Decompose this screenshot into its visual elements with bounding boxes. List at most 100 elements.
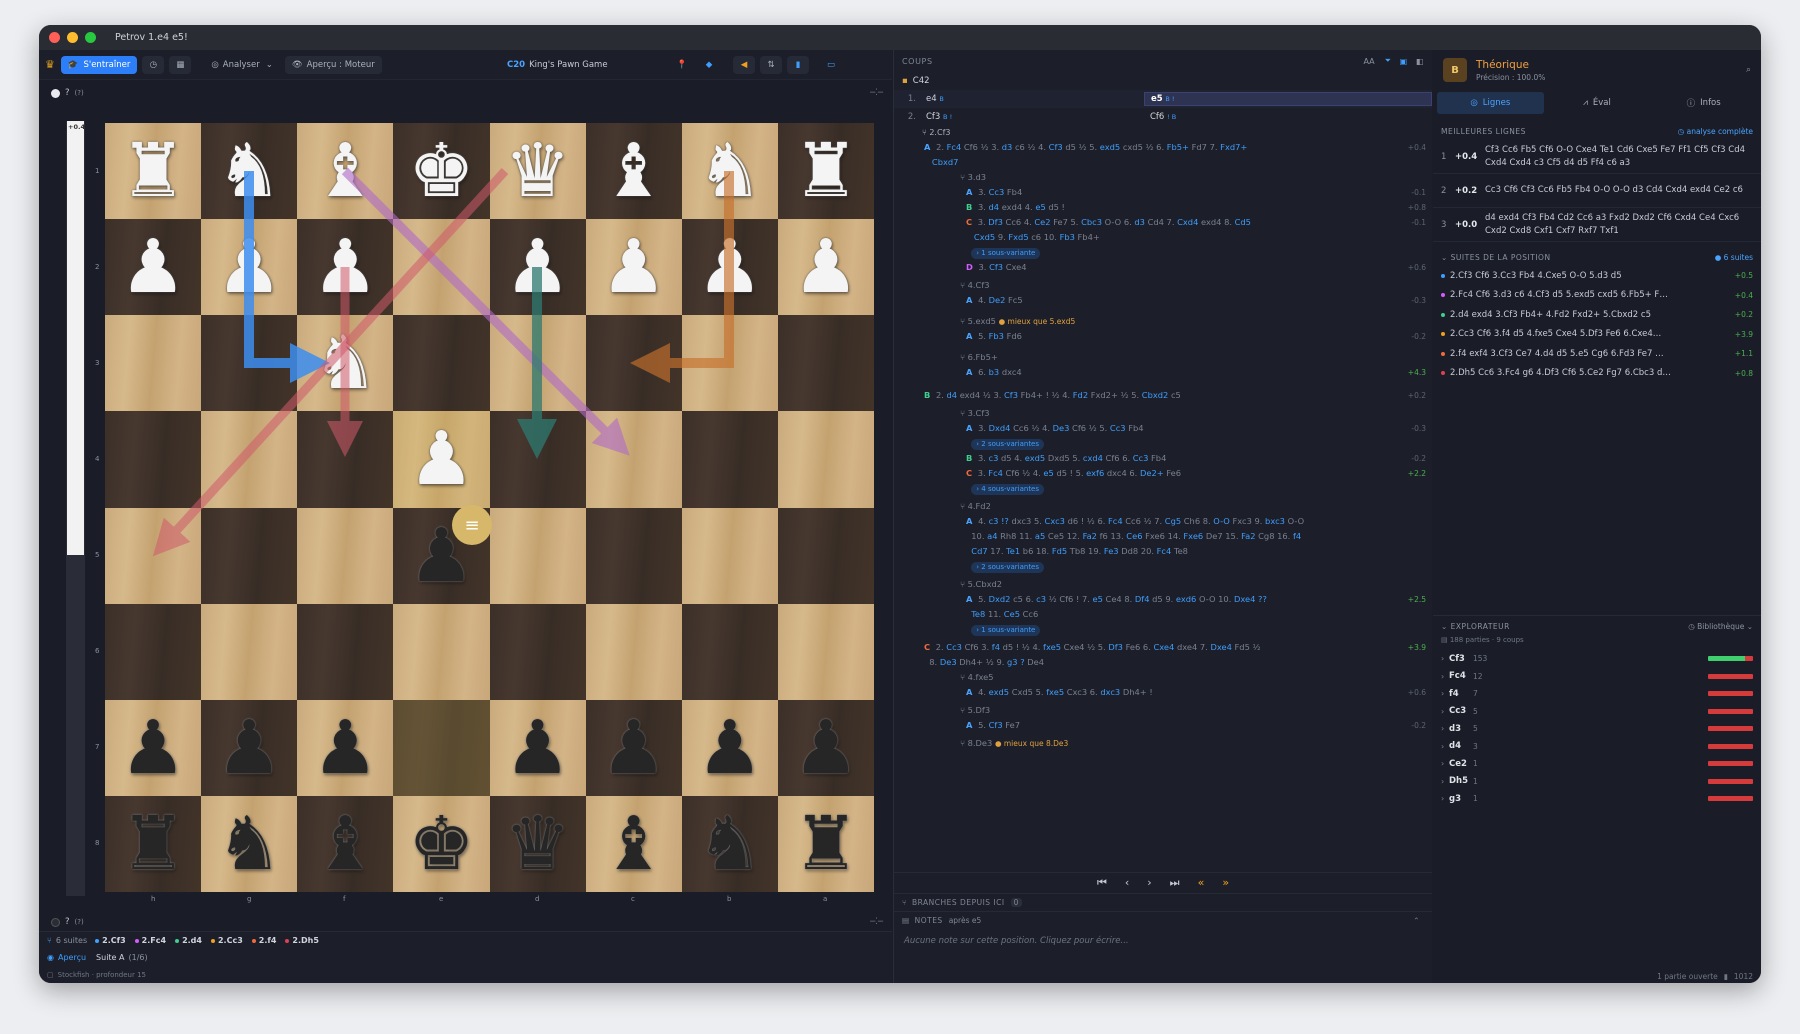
square-e2[interactable] <box>393 219 490 316</box>
square-a8[interactable]: ♜ <box>777 795 874 892</box>
variation-line[interactable]: B 3. c3 d5 4. exd5 Dxd5 5. cxd4 Cf6 6. C… <box>894 451 1432 466</box>
square-d7[interactable]: ♟ <box>489 699 586 796</box>
explorer-row[interactable]: › d4 3 <box>1433 738 1761 756</box>
continuation-item[interactable]: 2.Dh5 Cc6 3.Fc4 g6 4.Df3 Cf6 5.Ce2 Fg7 6… <box>1433 364 1761 384</box>
notes-section[interactable]: ▤ NOTES après e5 ⌃ <box>894 911 1432 929</box>
sound-icon[interactable]: ◀ <box>733 55 755 74</box>
square-h8[interactable]: ♜ <box>105 795 202 892</box>
panel-toggle-icon[interactable]: ▭ <box>820 56 842 74</box>
square-b7[interactable]: ♟ <box>681 699 778 796</box>
grid-button[interactable]: ▦ <box>169 55 192 74</box>
close-window-button[interactable] <box>49 32 60 43</box>
square-d2[interactable]: ♟ <box>489 219 586 316</box>
variation-b[interactable]: B 2. d4 exd4 ½ 3. Cf3 Fb4+ ! ½ 4. Fd2 Fx… <box>894 388 1432 403</box>
square-h1[interactable]: ♜ <box>105 123 202 220</box>
square-b5[interactable] <box>681 507 778 604</box>
explorer-row[interactable]: › Fc4 12 <box>1433 668 1761 686</box>
square-h3[interactable] <box>105 315 202 412</box>
square-f1[interactable]: ♝ <box>297 123 394 220</box>
chevron-up-icon[interactable]: ⌃ <box>1413 916 1420 925</box>
search-icon[interactable]: ⌕ <box>1746 65 1751 75</box>
comment-icon[interactable]: ▣ <box>1400 57 1408 66</box>
white-rook-icon[interactable]: ♜ <box>120 134 186 208</box>
variation-line[interactable]: A 4. c3 !? dxc3 5. Cxc3 d6 ! ½ 6. Fc4 Cc… <box>894 514 1432 574</box>
square-h5[interactable] <box>105 507 202 604</box>
notes-placeholder[interactable]: Aucune note sur cette position. Cliquez … <box>904 936 1129 946</box>
variation-line[interactable]: C 3. Df3 Cc6 4. Ce2 Fe7 5. Cbc3 O-O 6. d… <box>894 215 1432 260</box>
square-b4[interactable] <box>681 411 778 508</box>
black-pawn-icon[interactable]: ♟ <box>697 711 763 785</box>
square-c2[interactable]: ♟ <box>585 219 682 316</box>
suite-chip[interactable]: 2.d4 <box>175 936 202 945</box>
explorer-row[interactable]: › Ce2 1 <box>1433 755 1761 773</box>
square-g6[interactable] <box>201 603 298 700</box>
square-c4[interactable] <box>585 411 682 508</box>
variation-line[interactable]: A 3. Dxd4 Cc6 ½ 4. De3 Cf6 ½ 5. Cc3 Fb4-… <box>894 421 1432 451</box>
library-dropdown[interactable]: ◷ Bibliothèque ⌄ <box>1688 622 1753 631</box>
black-pawn-icon[interactable]: ♟ <box>793 711 859 785</box>
continuation-item[interactable]: 2.d4 exd4 3.Cf3 Fb4+ 4.Fd2 Fxd2+ 5.Cbxd2… <box>1433 305 1761 325</box>
square-f4[interactable] <box>297 411 394 508</box>
square-b6[interactable] <box>681 603 778 700</box>
settings-handle-icon[interactable]: ─⁚─ <box>870 88 883 98</box>
black-queen-icon[interactable]: ♛ <box>504 807 570 881</box>
bottom-handle-icon[interactable]: ─⁚─ <box>870 917 883 927</box>
variation-sub[interactable]: ⑂ 8.De3 ● mieux que 8.De3 <box>894 736 1432 751</box>
square-f5[interactable] <box>297 507 394 604</box>
black-move[interactable]: Cf6 ! B <box>1144 110 1432 124</box>
history-button[interactable]: ◷ <box>142 55 165 74</box>
explorer-row[interactable]: › Dh5 1 <box>1433 773 1761 791</box>
variation-c[interactable]: C 2. Cc3 Cf6 3. f4 d5 ! ½ 4. fxe5 Cxe4 ½… <box>894 640 1432 670</box>
square-d5[interactable] <box>489 507 586 604</box>
white-pawn-icon[interactable]: ♟ <box>504 230 570 304</box>
variation-line[interactable]: A 3. Cc3 Fb4 -0.1 <box>894 185 1432 200</box>
explorer-row[interactable]: › g3 1 <box>1433 790 1761 808</box>
suite-chip[interactable]: 2.Fc4 <box>134 936 166 945</box>
variation-sub[interactable]: ⑂ 5.Cbxd2 <box>894 577 1432 592</box>
variation-a-sub[interactable]: ⑂ 3.d3 <box>894 170 1432 185</box>
white-pawn-icon[interactable]: ♟ <box>793 230 859 304</box>
white-pawn-icon[interactable]: ♟ <box>216 230 282 304</box>
white-knight-icon[interactable]: ♞ <box>697 134 763 208</box>
full-analysis-link[interactable]: ◷ analyse complète <box>1678 127 1753 136</box>
white-bishop-icon[interactable]: ♝ <box>312 134 378 208</box>
black-knight-icon[interactable]: ♞ <box>216 807 282 881</box>
black-pawn-icon[interactable]: ♟ <box>120 711 186 785</box>
suite-chip[interactable]: 2.f4 <box>251 936 276 945</box>
branches-section[interactable]: ⑂ BRANCHES DEPUIS ICI 0 <box>894 893 1432 911</box>
suite-chip[interactable]: 2.Dh5 <box>285 936 319 945</box>
zoom-window-button[interactable] <box>85 32 96 43</box>
square-h2[interactable]: ♟ <box>105 219 202 316</box>
continuation-item[interactable]: 2.Cc3 Cf6 3.f4 d5 4.fxe5 Cxe4 5.Df3 Fe6 … <box>1433 325 1761 345</box>
layout-icon[interactable]: ◧ <box>1416 57 1424 66</box>
first-move-icon[interactable]: ⏮ <box>1097 876 1107 890</box>
square-a3[interactable] <box>777 315 874 412</box>
square-c8[interactable]: ♝ <box>585 795 682 892</box>
last-move-icon[interactable]: ⏭ <box>1170 876 1180 890</box>
continuation-item[interactable]: 2.f4 exf4 3.Cf3 Ce7 4.d4 d5 5.e5 Cg6 6.F… <box>1433 344 1761 364</box>
variation-sub[interactable]: ⑂ 6.Fb5+ <box>894 350 1432 365</box>
square-a5[interactable] <box>777 507 874 604</box>
explorer-row[interactable]: › d3 5 <box>1433 720 1761 738</box>
black-bishop-icon[interactable]: ♝ <box>312 807 378 881</box>
white-pawn-icon[interactable]: ♟ <box>601 230 667 304</box>
variation-line[interactable]: A 4. exd5 Cxd5 5. fxe5 Cxc3 6. dxc3 Dh4+… <box>894 685 1432 700</box>
square-f6[interactable] <box>297 603 394 700</box>
square-g3[interactable] <box>201 315 298 412</box>
engine-line[interactable]: 2 +0.2 Cc3 Cf6 Cf3 Cc6 Fb5 Fb4 O-O O-O d3 … <box>1433 174 1761 208</box>
black-knight-icon[interactable]: ♞ <box>697 807 763 881</box>
analyze-dropdown[interactable]: ◎ Analyser ⌄ <box>204 56 280 74</box>
square-e4[interactable]: ♟ <box>393 411 490 508</box>
black-king-icon[interactable]: ♚ <box>408 807 474 881</box>
variation-line[interactable]: A 5. Fb3 Fd6 -0.2 <box>894 329 1432 344</box>
square-h4[interactable] <box>105 411 202 508</box>
square-d6[interactable] <box>489 603 586 700</box>
filter-icon[interactable]: ⏷ <box>1385 56 1392 66</box>
tab-eval[interactable]: ⩘ Éval <box>1544 92 1651 114</box>
white-move[interactable]: e4 B <box>924 94 1144 104</box>
white-queen-icon[interactable]: ♛ <box>504 134 570 208</box>
moves-tree[interactable]: ▪ C42 1. e4 Be5 B ! 2. Cf3 B ! Cf6 ! B ⑂ 2.C… <box>894 72 1432 870</box>
next-variation-icon[interactable]: » <box>1222 876 1229 889</box>
white-pawn-icon[interactable]: ♟ <box>408 422 474 496</box>
black-bishop-icon[interactable]: ♝ <box>601 807 667 881</box>
